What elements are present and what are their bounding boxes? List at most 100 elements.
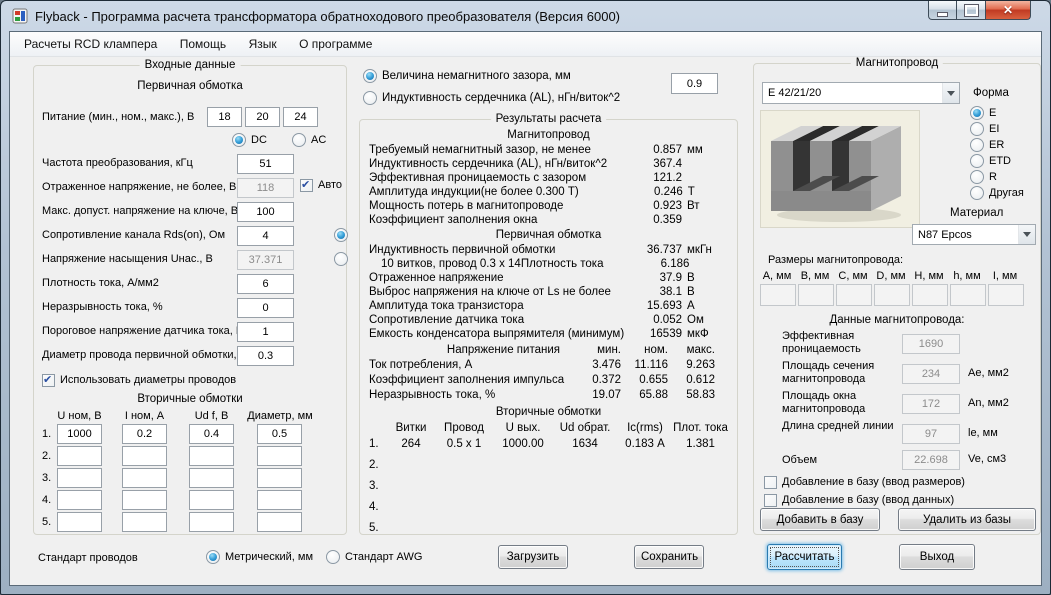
dim-input-i[interactable] <box>988 284 1024 306</box>
secondary-inom-input-3[interactable] <box>122 468 167 488</box>
core-select[interactable]: E 42/21/20 <box>762 82 960 104</box>
radio-dot-icon <box>206 550 220 564</box>
le-value[interactable] <box>902 424 960 444</box>
ac-radio[interactable]: AC <box>292 133 326 147</box>
volume-value[interactable] <box>902 450 960 470</box>
gap-size-radio[interactable]: Величина немагнитного зазора, мм <box>363 69 571 83</box>
secondary-udf-input-2[interactable] <box>189 446 234 466</box>
add-to-db-sizes-checkbox[interactable]: Добавление в базу (ввод размеров) <box>764 476 965 489</box>
supply-nom-input[interactable] <box>245 107 280 127</box>
result-row: Эффективная проницаемость с зазором121.2 <box>369 171 728 185</box>
dimensions-label: Размеры магнитопровода: <box>768 254 903 266</box>
secondary-diam-input-3[interactable] <box>257 468 302 488</box>
gap-size-input[interactable] <box>671 73 718 94</box>
menu-item-about[interactable]: О программе <box>290 32 381 55</box>
exit-button[interactable]: Выход <box>899 544 975 570</box>
core-data-unit: le, мм <box>968 427 998 439</box>
saturation-voltage-radio[interactable] <box>334 252 348 266</box>
supply-max-input[interactable] <box>283 107 318 127</box>
secondary-udf-input-1[interactable] <box>189 424 234 444</box>
menu-item-language[interactable]: Язык <box>240 32 286 55</box>
shape-radio-r[interactable]: R <box>970 170 997 184</box>
titlebar[interactable]: Flyback - Программа расчета трансформато… <box>1 1 1050 31</box>
supply-min-input[interactable] <box>207 107 242 127</box>
maximize-button[interactable] <box>957 1 985 20</box>
secondary-unom-input-1[interactable] <box>57 424 102 444</box>
rds-on-input[interactable] <box>237 226 294 246</box>
secondary-diam-input-4[interactable] <box>257 490 302 510</box>
delete-from-db-button[interactable]: Удалить из базы <box>898 508 1036 531</box>
metric-radio[interactable]: Метрический, мм <box>206 550 313 564</box>
secondary-udf-input-4[interactable] <box>189 490 234 510</box>
ae-value[interactable] <box>902 364 960 384</box>
shape-radio-er[interactable]: ER <box>970 138 1004 152</box>
add-to-db-button[interactable]: Добавить в базу <box>760 508 880 531</box>
calculate-button[interactable]: Рассчитать <box>767 544 842 570</box>
menu-item-help[interactable]: Помощь <box>171 32 235 55</box>
secondary-inom-input-1[interactable] <box>122 424 167 444</box>
client-area: Входные данные Первичная обмотка Питание… <box>10 56 1041 585</box>
dim-input-a[interactable] <box>760 284 796 306</box>
menu-item-calculations[interactable]: Расчеты RCD клампера <box>15 32 166 55</box>
al-radio[interactable]: Индуктивность сердечника (AL), нГн/виток… <box>363 91 620 105</box>
secondary-udf-input-5[interactable] <box>189 512 234 532</box>
result-row: Коэффициент заполнения окна0.359 <box>369 213 728 227</box>
secondary-unom-input-2[interactable] <box>57 446 102 466</box>
window-title: Flyback - Программа расчета трансформато… <box>35 9 620 24</box>
field-label-rds-on: Сопротивление канала Rds(on), Ом <box>42 229 225 241</box>
result-row: Сопротивление датчика тока0.052Ом <box>369 313 728 327</box>
dim-header-i: I, мм <box>986 270 1024 282</box>
shape-radio-etd[interactable]: ETD <box>970 154 1011 168</box>
secondary-udf-input-3[interactable] <box>189 468 234 488</box>
shape-radio-ei[interactable]: EI <box>970 122 999 136</box>
current-continuity-input[interactable] <box>237 298 294 318</box>
secondary-unom-input-3[interactable] <box>57 468 102 488</box>
dim-input-h-lower[interactable] <box>950 284 986 306</box>
frequency-input[interactable] <box>237 154 294 174</box>
add-to-db-data-checkbox[interactable]: Добавление в базу (ввод данных) <box>764 494 954 507</box>
dim-input-b[interactable] <box>798 284 834 306</box>
secondary-inom-input-2[interactable] <box>122 446 167 466</box>
wire-standard-label: Стандарт проводов <box>38 552 138 564</box>
sense-threshold-input[interactable] <box>237 322 294 342</box>
rds-on-radio[interactable] <box>334 228 348 242</box>
core-data-label-volume: Объем <box>782 454 817 466</box>
dim-input-c[interactable] <box>836 284 872 306</box>
chevron-down-icon[interactable] <box>1018 225 1035 244</box>
radio-dot-icon <box>970 138 984 152</box>
secondary-unom-input-5[interactable] <box>57 512 102 532</box>
saturation-voltage-input[interactable] <box>237 250 294 270</box>
material-select[interactable]: N87 Epcos <box>912 224 1036 245</box>
max-switch-voltage-input[interactable] <box>237 202 294 222</box>
permeability-value[interactable] <box>902 334 960 354</box>
close-button[interactable]: ✕ <box>985 1 1031 20</box>
secondary-windings-title: Вторичные обмотки <box>34 393 346 405</box>
awg-radio[interactable]: Стандарт AWG <box>326 550 422 564</box>
save-button[interactable]: Сохранить <box>634 545 704 569</box>
primary-wire-diameter-input[interactable] <box>237 346 294 366</box>
result-row: Емкость конденсатора выпрямителя (миниму… <box>369 327 728 341</box>
dim-input-h-upper[interactable] <box>912 284 948 306</box>
chevron-down-icon[interactable] <box>942 83 959 103</box>
shape-radio-other[interactable]: Другая <box>970 186 1024 200</box>
shape-radio-e[interactable]: E <box>970 106 996 120</box>
primary-winding-title: Первичная обмотка <box>34 80 346 92</box>
secondary-diam-input-2[interactable] <box>257 446 302 466</box>
current-density-input[interactable] <box>237 274 294 294</box>
radio-dot-icon <box>363 91 377 105</box>
reflected-voltage-input[interactable] <box>237 178 294 198</box>
an-value[interactable] <box>902 394 960 414</box>
load-button[interactable]: Загрузить <box>498 545 568 569</box>
secondary-inom-input-4[interactable] <box>122 490 167 510</box>
field-label-current-continuity: Неразрывность тока, % <box>42 301 163 313</box>
secondary-inom-input-5[interactable] <box>122 512 167 532</box>
dc-radio[interactable]: DC <box>232 133 267 147</box>
secondary-diam-input-5[interactable] <box>257 512 302 532</box>
secondary-diam-input-1[interactable] <box>257 424 302 444</box>
use-diameters-checkbox[interactable]: Использовать диаметры проводов <box>42 374 236 387</box>
dim-input-d[interactable] <box>874 284 910 306</box>
minimize-button[interactable] <box>928 1 957 20</box>
secondary-unom-input-4[interactable] <box>57 490 102 510</box>
auto-checkbox[interactable]: Авто <box>300 179 342 192</box>
results-core-title: Магнитопровод <box>360 128 737 142</box>
